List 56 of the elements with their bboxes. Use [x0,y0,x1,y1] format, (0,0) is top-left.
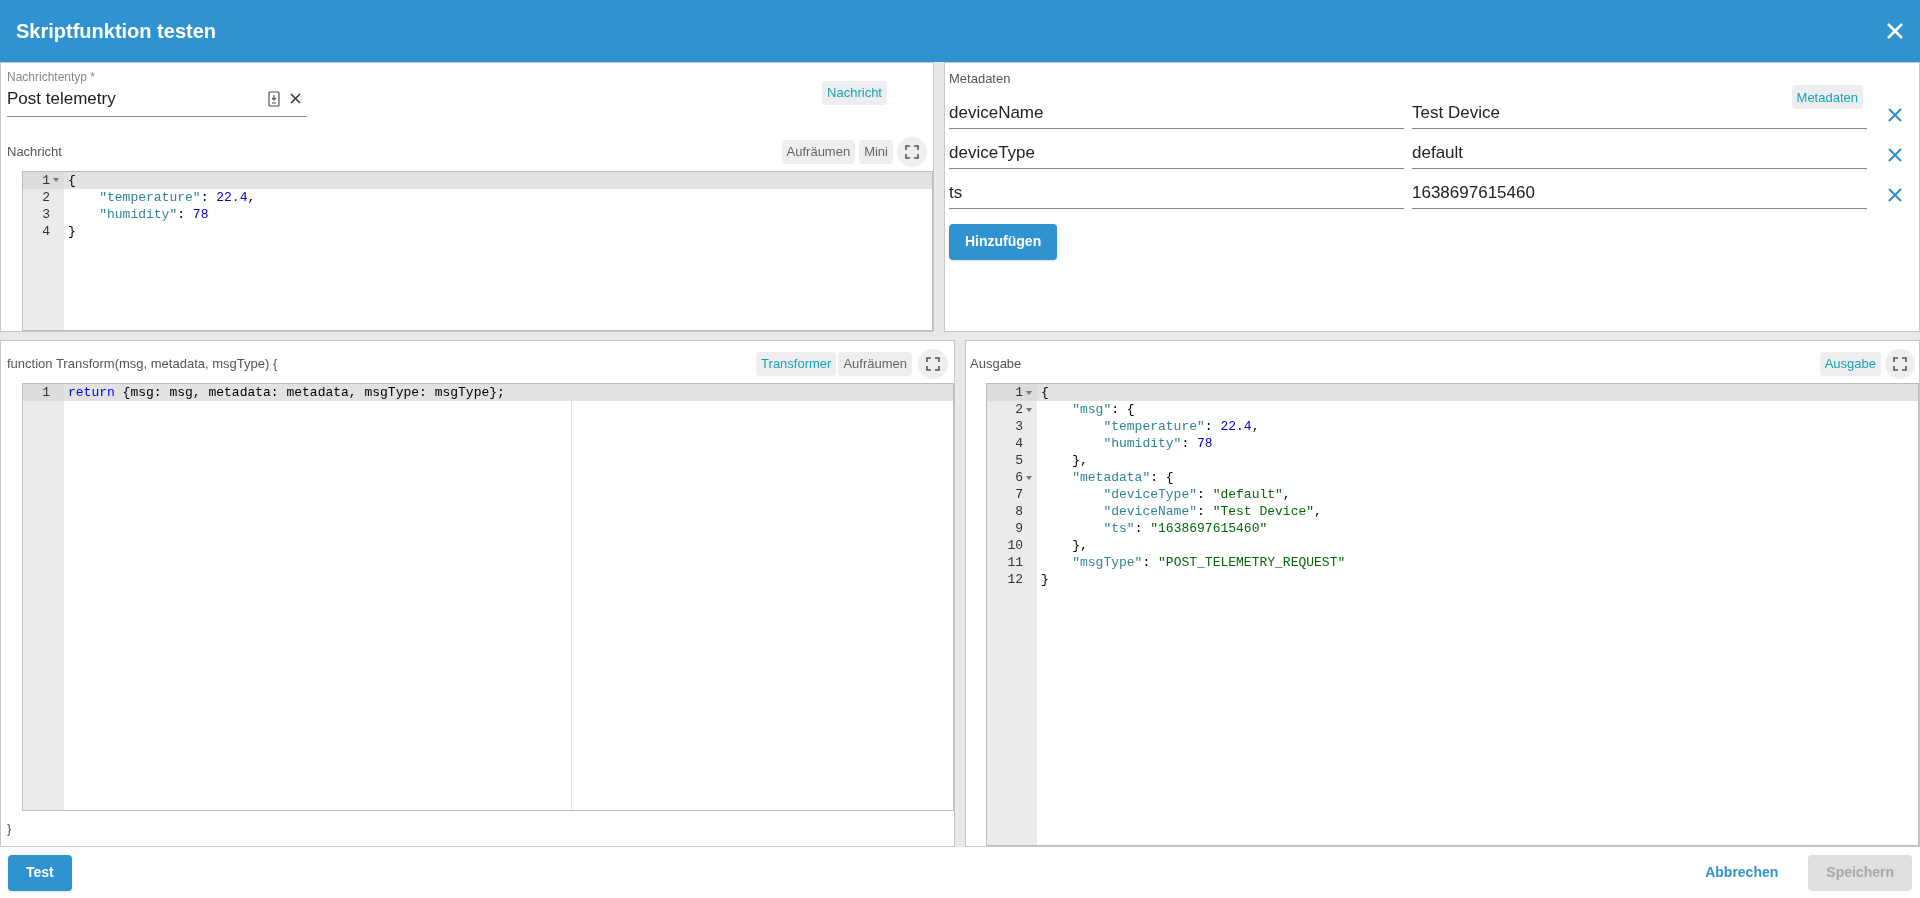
mode-chip[interactable]: Nachricht [822,80,887,105]
line-number: 2 [42,188,50,206]
key-field[interactable]: deviceName [949,100,1404,129]
mode-chip[interactable]: Metadaten [1791,85,1863,110]
line-number: 2 [1015,401,1023,418]
fullscreen-icon [926,357,940,371]
fold-icon[interactable] [52,177,60,183]
fullscreen-button[interactable] [1885,349,1915,379]
line-number: 1 [42,384,50,401]
line-number: 4 [1015,435,1023,452]
value-field[interactable]: default [1412,140,1867,169]
clipboard-icon[interactable] [268,90,280,107]
cancel-button[interactable]: Abbrechen [1695,854,1789,891]
line-number: 5 [1015,452,1023,469]
message-type-field[interactable]: Nachrichtentyp * Post telemetry [7,63,307,117]
line-number: 11 [1007,554,1023,571]
toolbar-button[interactable]: Mini [859,139,893,164]
code-editor[interactable]: 1 2 3 4 { "temperature": 22.4, "humidity": 78 } [22,170,933,331]
toolbar-button[interactable]: Aufräumen [781,139,856,164]
fold-icon[interactable] [1025,474,1033,481]
line-number: 6 [1015,469,1023,486]
fold-icon[interactable] [1025,389,1033,396]
fullscreen-icon [1893,357,1907,371]
fullscreen-icon [905,144,919,159]
key-field[interactable]: ts [949,180,1404,209]
line-number: 9 [1015,520,1023,537]
fullscreen-button[interactable] [897,136,927,167]
section-label: Metadaten [949,70,1012,88]
line-number: 3 [42,205,50,223]
section-label: Ausgabe [970,355,1022,374]
dialog-title: Skriptfunktion testen [16,19,216,44]
line-number: 4 [42,222,50,240]
test-button[interactable]: Test [8,854,72,891]
line-number: 10 [1007,537,1023,554]
clear-icon[interactable] [290,93,301,105]
key-field[interactable]: deviceType [949,140,1404,169]
line-number: 7 [1015,486,1023,503]
close-icon[interactable] [1887,186,1903,203]
editor-label: Nachricht [7,142,62,161]
line-number: 12 [1007,571,1023,588]
code-editor[interactable]: 1 return {msg: msg, metadata: metadata, msgType: msgType}; [22,383,954,811]
line-number: 1 [42,171,50,189]
mode-chip[interactable]: Ausgabe [1819,352,1881,376]
add-button[interactable]: Hinzufügen [949,223,1058,260]
line-number: 8 [1015,503,1023,520]
function-footer: } [7,810,948,846]
fullscreen-button[interactable] [918,349,948,379]
function-header: function Transform(msg, metadata, msgType) { [7,355,278,374]
value-field[interactable]: 1638697615460 [1412,180,1867,209]
toolbar-button[interactable]: Aufräumen [838,352,912,376]
close-icon[interactable] [1887,106,1903,123]
mode-chip[interactable]: Transformer [756,352,837,376]
line-number: 1 [1015,384,1023,401]
fold-icon[interactable] [1025,406,1033,413]
line-number: 3 [1015,418,1023,435]
close-icon[interactable] [1887,146,1903,163]
